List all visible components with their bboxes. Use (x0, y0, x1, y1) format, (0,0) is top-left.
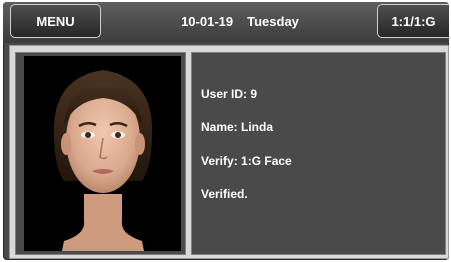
face-portrait-image (24, 56, 181, 251)
user-id-text: User ID: 9 (201, 87, 258, 101)
verify-mode-button[interactable]: 1:1/1:G (377, 4, 449, 38)
verify-mode-text: Verify: 1:G Face (201, 154, 292, 168)
date-time-display: 10-01-19 Tuesday (160, 4, 320, 38)
menu-button[interactable]: MENU (10, 4, 101, 38)
weekday-text: Tuesday (247, 13, 299, 29)
verification-status-text: Verified. (201, 187, 248, 201)
date-text: 10-01-19 (181, 13, 234, 29)
user-face-photo (24, 56, 181, 251)
user-name-text: Name: Linda (201, 120, 274, 134)
